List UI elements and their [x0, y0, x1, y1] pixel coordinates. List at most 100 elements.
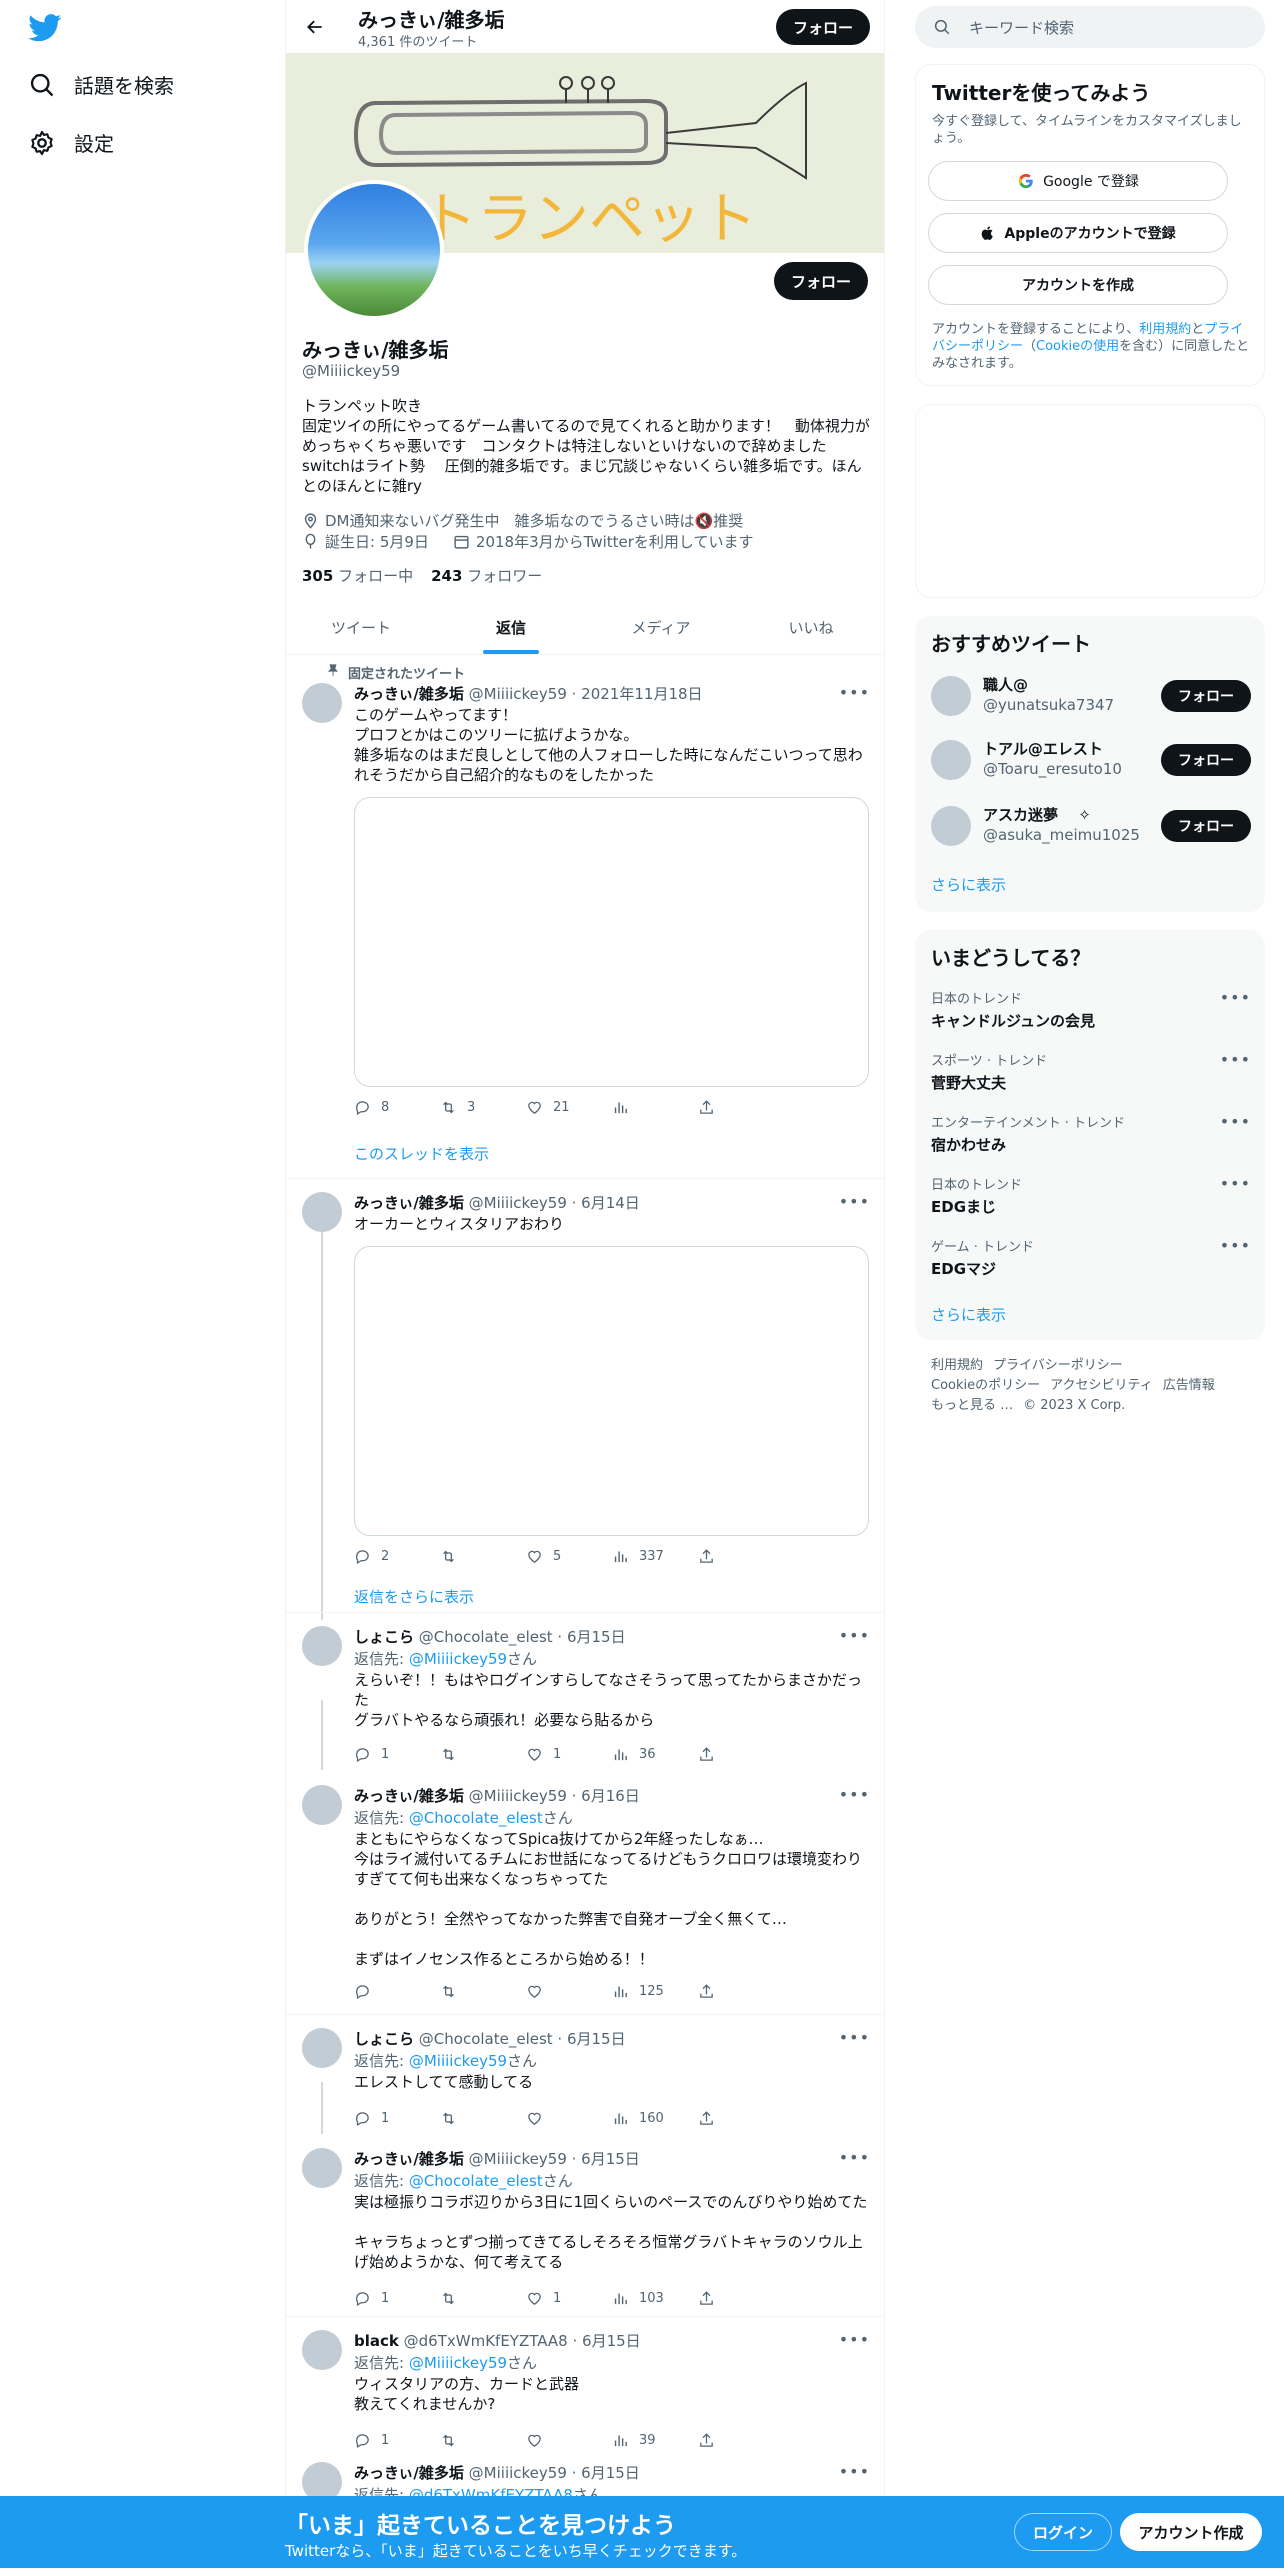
avatar[interactable] [302, 683, 342, 723]
followers-link[interactable]: 243 フォロワー [431, 565, 542, 586]
profile-avatar[interactable] [304, 180, 444, 320]
following-link[interactable]: 305 フォロー中 [302, 565, 413, 586]
reply-button[interactable]: 1 [354, 2432, 440, 2449]
tab-tweets[interactable]: ツイート [286, 602, 436, 654]
reply-button[interactable]: 8 [354, 1099, 440, 1116]
avatar[interactable] [302, 1785, 342, 1825]
more-icon[interactable]: ••• [839, 2462, 870, 2481]
trend-item[interactable]: 日本のトレンド EDGまじ ••• [931, 1174, 1251, 1217]
views-button[interactable] [612, 1099, 698, 1116]
tweet[interactable]: しょこら @Chocolate_elest · 6月15日 ••• 返信先: @… [286, 2016, 884, 2136]
retweet-button[interactable] [440, 2110, 526, 2127]
suggest-follow-button[interactable]: フォロー [1161, 810, 1251, 842]
retweet-button[interactable] [440, 1548, 526, 1565]
share-button[interactable] [698, 2110, 784, 2127]
like-button[interactable] [526, 2110, 612, 2127]
more-icon[interactable]: ••• [839, 2028, 870, 2047]
share-button[interactable] [698, 1746, 784, 1763]
more-icon[interactable]: ••• [839, 1626, 870, 1645]
trend-item[interactable]: ゲーム · トレンド EDGマジ ••• [931, 1236, 1251, 1279]
tweet[interactable]: しょこら @Chocolate_elest · 6月15日 ••• 返信先: @… [286, 1614, 884, 1774]
like-button[interactable]: 1 [526, 2290, 612, 2307]
views-button[interactable]: 337 [612, 1548, 698, 1565]
tab-likes[interactable]: いいね [736, 602, 884, 654]
suggest-more-link[interactable]: さらに表示 [931, 874, 1006, 895]
create-account-button[interactable]: アカウントを作成 [928, 265, 1228, 305]
suggest-follow-button[interactable]: フォロー [1161, 680, 1251, 712]
share-button[interactable] [698, 2432, 784, 2449]
show-thread-link[interactable]: このスレッドを表示 [354, 1143, 489, 1164]
like-button[interactable]: 21 [526, 1099, 612, 1116]
more-icon[interactable]: ••• [1220, 988, 1251, 1007]
suggest-user[interactable]: アスカ迷夢 ✧ @asuka_meimu1025 フォロー [931, 802, 1251, 850]
share-button[interactable] [698, 1099, 784, 1116]
share-button[interactable] [698, 1548, 784, 1565]
views-button[interactable]: 125 [612, 1983, 698, 2000]
retweet-button[interactable]: 3 [440, 1099, 526, 1116]
more-icon[interactable]: ••• [839, 2148, 870, 2167]
tweet[interactable]: みっきぃ/雑多垢 @Miiiickey59 · 6月16日 ••• 返信先: @… [286, 1773, 884, 2013]
reply-button[interactable] [354, 1983, 440, 2000]
nav-settings[interactable]: 設定 [28, 128, 114, 157]
tweet[interactable]: みっきぃ/雑多垢 @Miiiickey59 · 6月15日 ••• 返信先: @… [286, 2136, 884, 2316]
retweet-button[interactable] [440, 1746, 526, 1763]
profile-follow-button[interactable]: フォロー [774, 262, 868, 300]
twitter-bird-icon[interactable] [28, 14, 62, 42]
like-button[interactable]: 1 [526, 1746, 612, 1763]
avatar[interactable] [931, 740, 971, 780]
retweet-button[interactable] [440, 1983, 526, 2000]
tab-media[interactable]: メディア [586, 602, 736, 654]
more-icon[interactable]: ••• [839, 2330, 870, 2349]
reply-button[interactable]: 1 [354, 2290, 440, 2307]
reply-button[interactable]: 2 [354, 1548, 440, 1565]
views-button[interactable]: 39 [612, 2432, 698, 2449]
views-button[interactable]: 103 [612, 2290, 698, 2307]
more-icon[interactable]: ••• [839, 683, 870, 702]
avatar[interactable] [931, 806, 971, 846]
more-icon[interactable]: ••• [839, 1192, 870, 1211]
show-more-replies-link[interactable]: 返信をさらに表示 [354, 1586, 474, 1607]
avatar[interactable] [302, 2330, 342, 2370]
more-icon[interactable]: ••• [1220, 1050, 1251, 1069]
back-button[interactable] [298, 10, 332, 44]
header-follow-button[interactable]: フォロー [776, 9, 870, 45]
reply-button[interactable]: 1 [354, 2110, 440, 2127]
more-icon[interactable]: ••• [1220, 1236, 1251, 1255]
views-button[interactable]: 160 [612, 2110, 698, 2127]
retweet-button[interactable] [440, 2432, 526, 2449]
more-icon[interactable]: ••• [1220, 1174, 1251, 1193]
avatar[interactable] [302, 2148, 342, 2188]
tweet-media[interactable] [354, 797, 869, 1087]
trend-item[interactable]: スポーツ · トレンド 菅野大丈夫 ••• [931, 1050, 1251, 1093]
avatar[interactable] [302, 1192, 342, 1232]
share-button[interactable] [698, 2290, 784, 2307]
reply-button[interactable]: 1 [354, 1746, 440, 1763]
retweet-button[interactable] [440, 2290, 526, 2307]
suggest-follow-button[interactable]: フォロー [1161, 744, 1251, 776]
like-button[interactable] [526, 2432, 612, 2449]
apple-signup-button[interactable]: Appleのアカウントで登録 [928, 213, 1228, 253]
avatar[interactable] [302, 1626, 342, 1666]
trends-more-link[interactable]: さらに表示 [931, 1304, 1006, 1325]
tweet[interactable]: みっきぃ/雑多垢 @Miiiickey59 · 6月14日 ••• オーカーとウ… [286, 1180, 884, 1620]
like-button[interactable] [526, 1983, 612, 2000]
share-button[interactable] [698, 1983, 784, 2000]
like-button[interactable]: 5 [526, 1548, 612, 1565]
search-bar[interactable]: キーワード検索 [915, 6, 1265, 48]
avatar[interactable] [931, 676, 971, 716]
nav-explore[interactable]: 話題を検索 [28, 70, 174, 99]
more-icon[interactable]: ••• [1220, 1112, 1251, 1131]
login-button[interactable]: ログイン [1014, 2513, 1112, 2551]
google-signup-button[interactable]: Google で登録 [928, 161, 1228, 201]
tab-replies[interactable]: 返信 [436, 602, 586, 654]
trend-item[interactable]: 日本のトレンド キャンドルジュンの会見 ••• [931, 988, 1251, 1031]
more-icon[interactable]: ••• [839, 1785, 870, 1804]
suggest-user[interactable]: 職人@ @yunatsuka7347 フォロー [931, 672, 1251, 720]
signup-button[interactable]: アカウント作成 [1120, 2513, 1262, 2551]
avatar[interactable] [302, 2028, 342, 2068]
views-button[interactable]: 36 [612, 1746, 698, 1763]
tweet-pinned[interactable]: 固定されたツイート みっきぃ/雑多垢 @Miiiickey59 · 2021年1… [286, 655, 884, 1177]
trend-item[interactable]: エンターテインメント · トレンド 宿かわせみ ••• [931, 1112, 1251, 1155]
tweet[interactable]: black @d6TxWmKfEYZTAA8 · 6月15日 ••• 返信先: … [286, 2318, 884, 2449]
tweet-media[interactable] [354, 1246, 869, 1536]
